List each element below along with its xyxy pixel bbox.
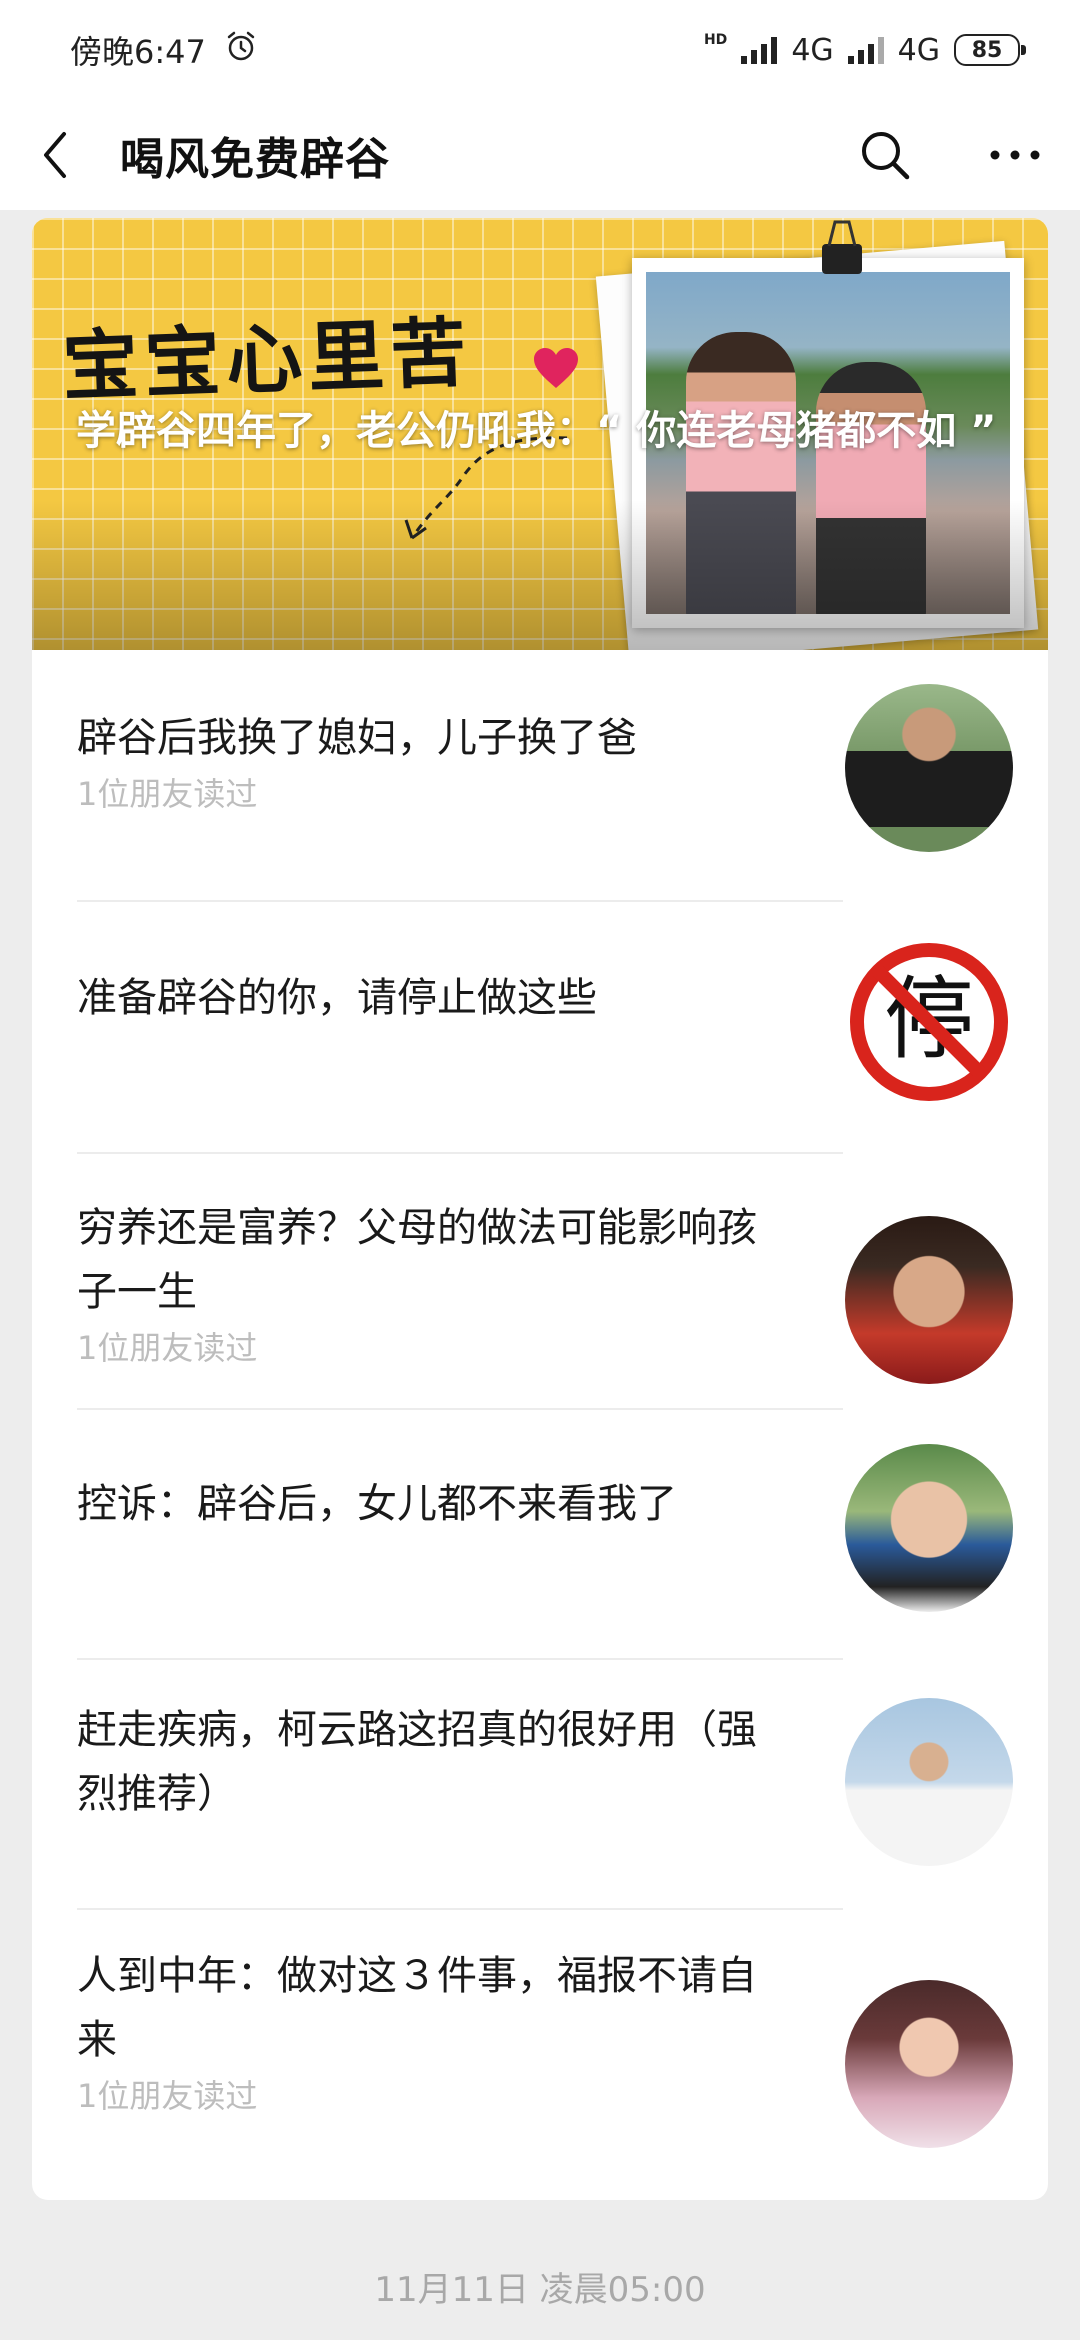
article-item-3[interactable]: 穷养还是富养？父母的做法可能影响孩子一生 1位朋友读过 bbox=[77, 1186, 1013, 1406]
divider bbox=[77, 1408, 843, 1410]
divider bbox=[77, 1152, 843, 1154]
article-thumbnail bbox=[845, 1698, 1013, 1866]
header-bar: 喝风免费辟谷 bbox=[0, 100, 1080, 210]
chevron-left-icon bbox=[44, 132, 66, 178]
battery-icon: 85 bbox=[954, 34, 1026, 66]
status-right: HD 4G 4G 85 bbox=[703, 32, 1026, 68]
signal-icon bbox=[741, 36, 778, 64]
divider bbox=[77, 900, 843, 902]
status-time: 傍晚6:47 bbox=[70, 33, 206, 71]
article-read-count: 1位朋友读过 bbox=[77, 775, 258, 813]
article-title: 穷养还是富养？父母的做法可能影响孩子一生 bbox=[77, 1205, 757, 1315]
stop-sign-icon: 停 bbox=[850, 943, 1008, 1101]
battery-level: 85 bbox=[971, 37, 1003, 63]
article-item-1[interactable]: 辟谷后我换了媳妇，儿子换了爸 1位朋友读过 bbox=[77, 684, 1013, 864]
search-button[interactable] bbox=[850, 120, 920, 190]
heart-icon bbox=[534, 348, 578, 388]
hero-slogan: 宝宝心里苦 bbox=[60, 307, 474, 412]
article-item-6[interactable]: 人到中年：做对这３件事，福报不请自来 1位朋友读过 bbox=[77, 1944, 1013, 2164]
article-thumbnail bbox=[845, 1216, 1013, 1384]
more-button[interactable] bbox=[980, 120, 1050, 190]
article-thumbnail bbox=[845, 1980, 1013, 2148]
article-read-count: 1位朋友读过 bbox=[77, 1329, 258, 1367]
hd-label: HD bbox=[703, 32, 728, 48]
hero-title: 学辟谷四年了，老公仍吼我：“ 你连老母猪都不如 ” bbox=[76, 408, 997, 454]
article-title: 控诉：辟谷后，女儿都不来看我了 bbox=[77, 1481, 677, 1527]
hero-article[interactable]: 宝宝心里苦 学辟谷四年了，老公仍吼我：“ 你连老母猪都不如 ” bbox=[32, 218, 1048, 650]
more-dots-icon bbox=[990, 150, 1040, 160]
article-item-4[interactable]: 控诉：辟谷后，女儿都不来看我了 bbox=[77, 1444, 1013, 1624]
article-title: 赶走疾病，柯云路这招真的很好用（强烈推荐） bbox=[77, 1707, 757, 1817]
signal-icon-2 bbox=[847, 36, 884, 64]
article-title: 辟谷后我换了媳妇，儿子换了爸 bbox=[77, 715, 637, 761]
article-item-2[interactable]: 准备辟谷的你，请停止做这些 停 bbox=[77, 938, 1013, 1118]
article-list-card: 宝宝心里苦 学辟谷四年了，老公仍吼我：“ 你连老母猪都不如 ” 辟谷后我换了媳妇… bbox=[32, 218, 1048, 2200]
publish-timestamp: 11月11日 凌晨05:00 bbox=[374, 2270, 706, 2310]
stop-sign-thumbnail: 停 bbox=[845, 938, 1013, 1106]
binder-clip-icon bbox=[822, 220, 862, 274]
status-bar: 傍晚6:47 HD 4G 4G 85 bbox=[0, 0, 1080, 100]
network-label-2: 4G bbox=[897, 32, 940, 68]
divider bbox=[77, 1908, 843, 1910]
article-read-count: 1位朋友读过 bbox=[77, 2077, 258, 2115]
divider bbox=[77, 1658, 843, 1660]
article-title: 人到中年：做对这３件事，福报不请自来 bbox=[77, 1953, 757, 2063]
network-label-1: 4G bbox=[791, 32, 834, 68]
article-thumbnail bbox=[845, 684, 1013, 852]
status-left: 傍晚6:47 bbox=[70, 27, 258, 73]
back-button[interactable] bbox=[30, 125, 80, 185]
search-icon bbox=[862, 132, 910, 180]
page-title: 喝风免费辟谷 bbox=[120, 134, 390, 185]
alarm-icon bbox=[224, 29, 258, 71]
article-title: 准备辟谷的你，请停止做这些 bbox=[77, 975, 597, 1021]
article-thumbnail bbox=[845, 1444, 1013, 1612]
article-item-5[interactable]: 赶走疾病，柯云路这招真的很好用（强烈推荐） bbox=[77, 1698, 1013, 1898]
